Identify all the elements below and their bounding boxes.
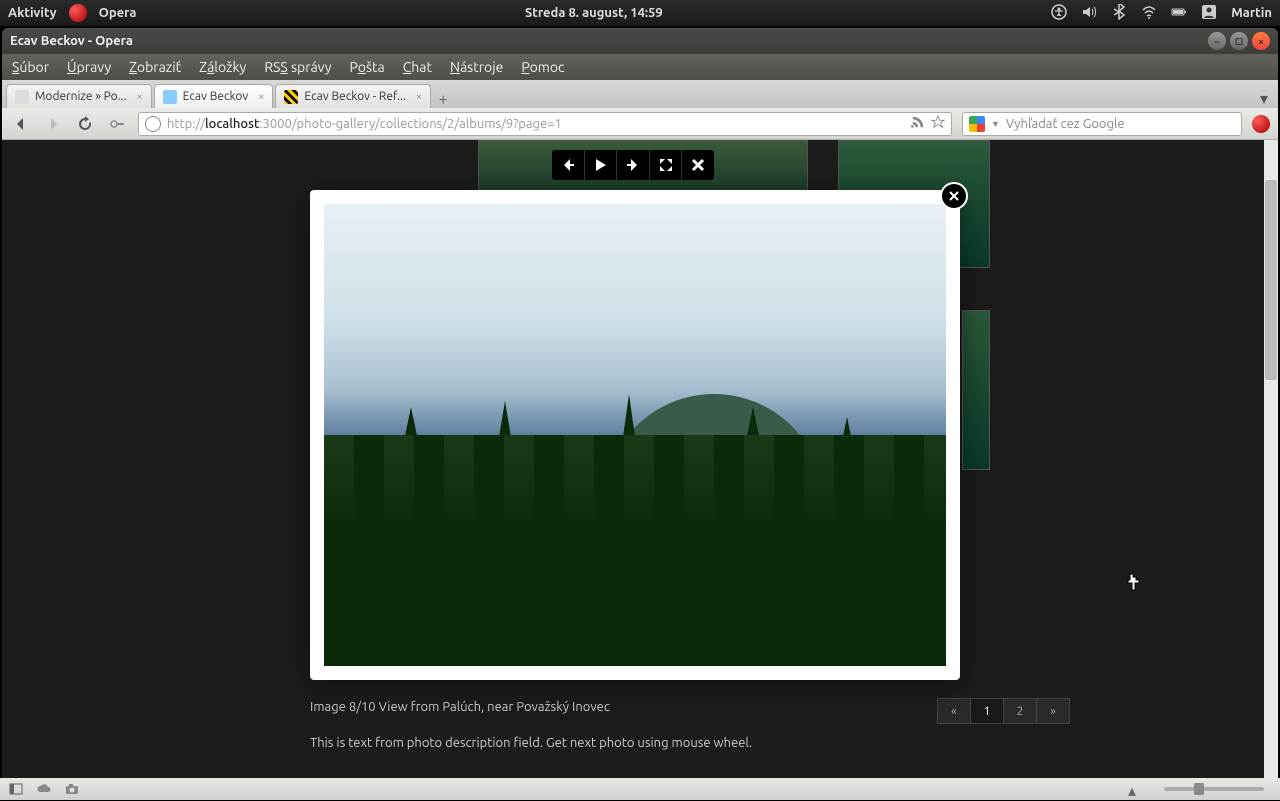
window-close-button[interactable]: ×: [1252, 32, 1270, 50]
maximize-button[interactable]: ◻: [1230, 32, 1248, 50]
tab-ecav-beckov-ref[interactable]: Ecav Beckov - Ref... ×: [275, 84, 431, 108]
new-tab-button[interactable]: +: [433, 90, 453, 108]
menu-bar: Súbor Úpravy Zobraziť Záložky RSS správy…: [2, 54, 1278, 80]
system-top-bar: Aktivity Opera Streda 8. august, 14:59 M…: [0, 0, 1280, 26]
globe-icon: [145, 116, 161, 132]
page-1-button[interactable]: 1: [970, 698, 1004, 724]
lightbox-play-button[interactable]: [585, 150, 618, 180]
window-title: Ecav Beckov - Opera: [10, 34, 133, 48]
tab-modernize[interactable]: Modernize » Po... ×: [6, 84, 152, 108]
accessibility-icon[interactable]: [1051, 4, 1067, 23]
lightbox-toolbar: [552, 150, 714, 180]
search-placeholder: Vyhľadať cez Google: [1006, 117, 1235, 131]
panel-icon[interactable]: [8, 781, 24, 797]
minimize-button[interactable]: –: [1208, 32, 1226, 50]
cloud-icon[interactable]: [36, 781, 52, 797]
scrollbar[interactable]: [1264, 140, 1278, 778]
page-icon: [163, 90, 177, 104]
lightbox-caption: Image 8/10 View from Palúch, near Považs…: [310, 700, 752, 772]
tab-strip: Modernize » Po... × Ecav Beckov × Ecav B…: [2, 80, 1278, 108]
opera-icon: [69, 4, 87, 22]
user-icon: [1201, 4, 1217, 23]
lightbox-close-button[interactable]: [940, 182, 968, 210]
page-content: Image 8/10 View from Palúch, near Považs…: [2, 140, 1278, 778]
tab-close-icon[interactable]: ×: [416, 91, 422, 103]
page-2-button[interactable]: 2: [1003, 698, 1037, 724]
url-bar[interactable]: http://localhost:3000/photo-gallery/coll…: [138, 112, 952, 136]
image-description: This is text from photo description fiel…: [310, 736, 752, 750]
tab-label: Ecav Beckov: [183, 90, 249, 103]
status-bar: ▴: [0, 778, 1280, 800]
reload-button[interactable]: [74, 113, 96, 135]
volume-icon[interactable]: [1081, 4, 1097, 23]
wand-button[interactable]: [106, 113, 128, 135]
camera-icon[interactable]: [64, 781, 80, 797]
menu-file[interactable]: Súbor: [12, 59, 49, 75]
forward-button[interactable]: [42, 113, 64, 135]
window-title-bar: Ecav Beckov - Opera – ◻ ×: [2, 28, 1278, 54]
page-prev-button[interactable]: «: [937, 698, 971, 724]
lightbox-fullscreen-button[interactable]: [650, 150, 683, 180]
lightbox-next-button[interactable]: [617, 150, 650, 180]
tab-label: Ecav Beckov - Ref...: [304, 90, 405, 103]
menu-view[interactable]: Zobraziť: [129, 59, 181, 75]
active-app-label[interactable]: Opera: [99, 6, 137, 20]
zoom-up-icon[interactable]: ▴: [1128, 781, 1144, 797]
search-dropdown-icon[interactable]: ▼: [991, 119, 1000, 129]
user-name-label[interactable]: Martin: [1231, 6, 1272, 20]
menu-edit[interactable]: Úpravy: [67, 59, 111, 75]
rss-icon[interactable]: [911, 115, 925, 132]
menu-help[interactable]: Pomoc: [521, 59, 564, 75]
bluetooth-icon[interactable]: [1111, 4, 1127, 23]
lightbox-close-button-toolbar[interactable]: [682, 150, 714, 180]
page-next-button[interactable]: »: [1036, 698, 1070, 724]
back-button[interactable]: [10, 113, 32, 135]
page-icon: [15, 90, 29, 104]
lightbox: [310, 190, 960, 680]
search-bar[interactable]: ▼ Vyhľadať cez Google: [962, 112, 1242, 136]
lightbox-prev-button[interactable]: [552, 150, 585, 180]
url-text: http://localhost:3000/photo-gallery/coll…: [167, 117, 905, 131]
zoom-slider[interactable]: [1164, 787, 1264, 791]
tab-list-dropdown[interactable]: ▾: [1254, 89, 1274, 108]
star-icon[interactable]: [931, 115, 945, 132]
gallery-thumb[interactable]: [962, 310, 990, 470]
tab-close-icon[interactable]: ×: [136, 91, 142, 103]
lightbox-image: [324, 204, 946, 666]
activities-label[interactable]: Aktivity: [8, 6, 57, 20]
tab-label: Modernize » Po...: [35, 90, 126, 103]
zoom-thumb[interactable]: [1194, 783, 1204, 795]
opera-menu-icon[interactable]: [1252, 115, 1270, 133]
nav-toolbar: http://localhost:3000/photo-gallery/coll…: [2, 108, 1278, 140]
tab-close-icon[interactable]: ×: [258, 91, 264, 103]
menu-mail[interactable]: Pošta: [350, 59, 385, 75]
wifi-icon[interactable]: [1141, 4, 1157, 23]
battery-icon[interactable]: [1171, 4, 1187, 23]
page-icon: [284, 90, 298, 104]
google-icon: [969, 116, 985, 132]
menu-tools[interactable]: Nástroje: [450, 59, 503, 75]
pagination: « 1 2 »: [938, 698, 1070, 724]
cursor-icon: [1124, 572, 1144, 598]
menu-rss[interactable]: RSS správy: [264, 59, 331, 75]
tab-ecav-beckov[interactable]: Ecav Beckov ×: [154, 84, 274, 108]
menu-chat[interactable]: Chat: [403, 59, 432, 75]
menu-bookmarks[interactable]: Záložky: [199, 59, 246, 75]
image-counter-title: Image 8/10 View from Palúch, near Považs…: [310, 700, 752, 714]
scroll-thumb[interactable]: [1265, 180, 1277, 380]
clock-label[interactable]: Streda 8. august, 14:59: [136, 6, 1051, 20]
